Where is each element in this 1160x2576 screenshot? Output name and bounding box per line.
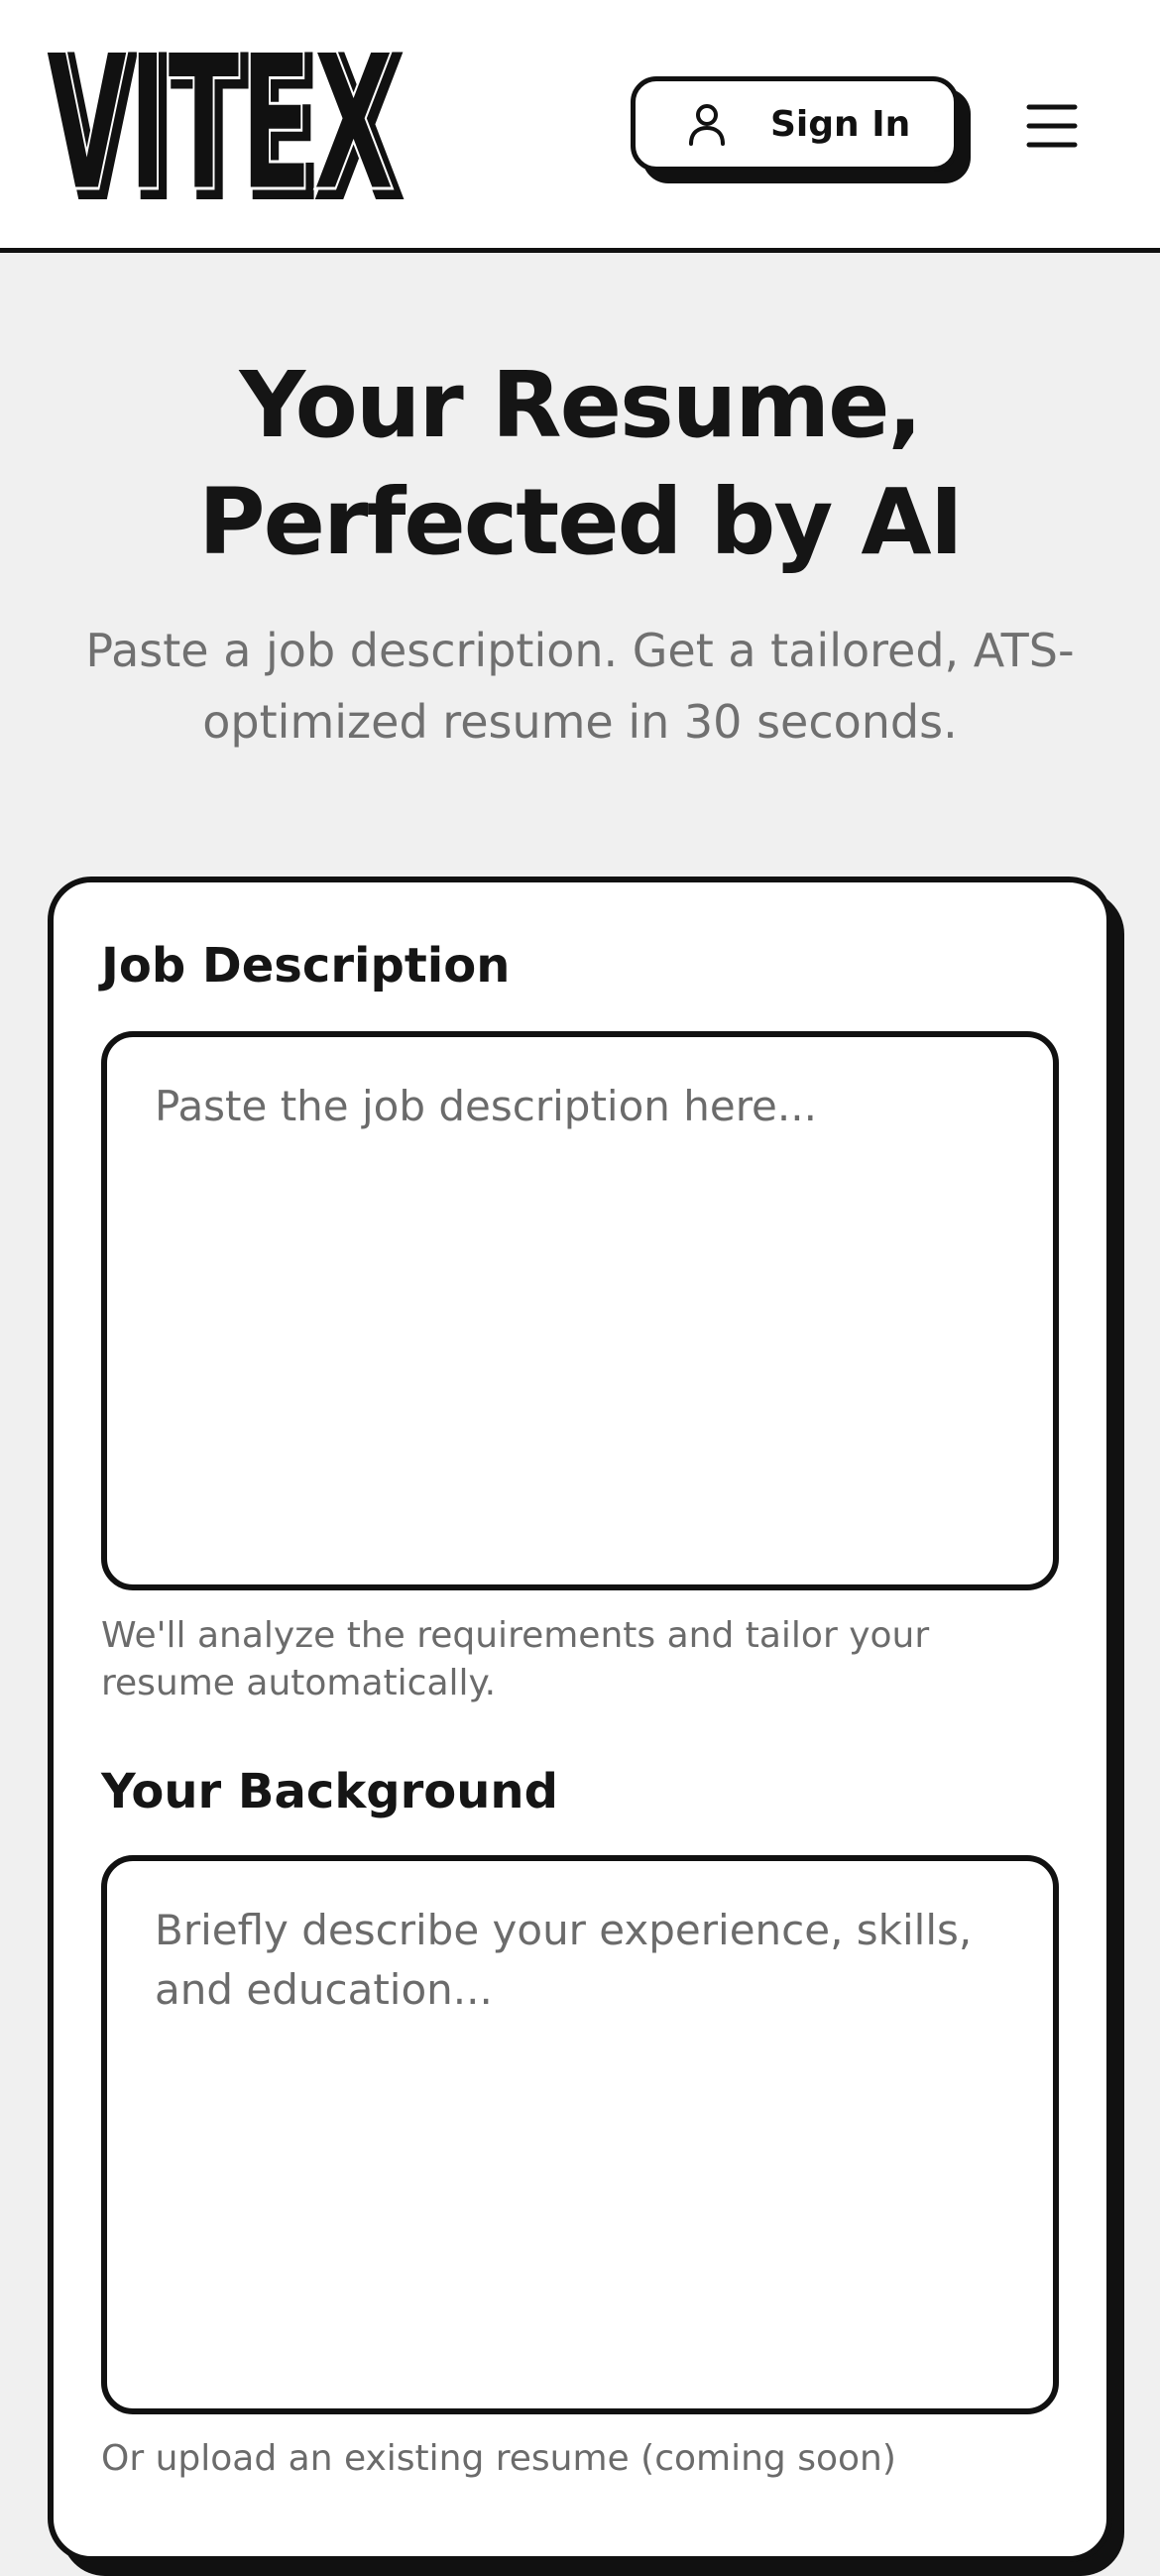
job-description-helper: We'll analyze the requirements and tailo… (101, 1615, 930, 1703)
hero-subtitle: Paste a job description. Get a tailored,… (85, 624, 1075, 749)
background-label: Your Background (101, 1764, 558, 1819)
job-description-input[interactable] (101, 1031, 1059, 1590)
sign-in-button[interactable]: Sign In (631, 76, 959, 172)
sign-in-label: Sign In (770, 103, 911, 145)
hamburger-menu-button[interactable] (1025, 99, 1079, 153)
background-helper: Or upload an existing resume (coming soo… (101, 2438, 896, 2479)
user-icon (685, 102, 729, 146)
site-header: VITEX VITEX Sign In (0, 0, 1160, 253)
vitex-logo[interactable]: VITEX VITEX (45, 13, 406, 245)
hero-title: Your Resume, Perfected by AI (198, 352, 964, 575)
svg-text:VITEX: VITEX (46, 44, 395, 207)
background-input[interactable] (101, 1855, 1059, 2414)
job-description-label: Job Description (101, 938, 511, 994)
hamburger-menu-icon (1025, 104, 1079, 156)
sign-in-button-wrapper: Sign In (631, 76, 971, 183)
